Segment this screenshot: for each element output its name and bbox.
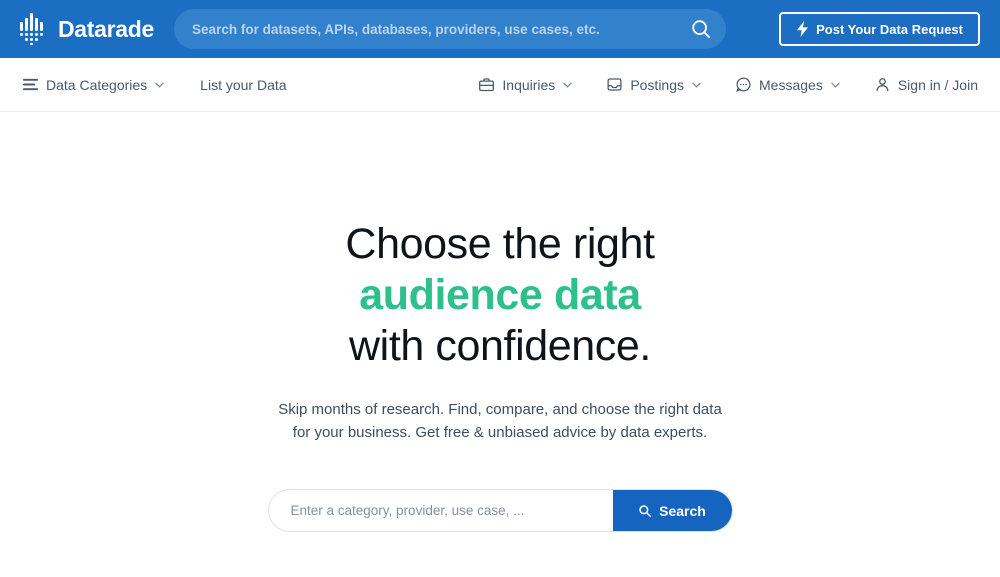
lightning-bolt-icon bbox=[797, 21, 809, 37]
person-icon bbox=[876, 78, 889, 92]
datarade-dots-logo-icon bbox=[20, 13, 43, 45]
nav-item-label: Inquiries bbox=[502, 76, 556, 93]
chevron-down-icon bbox=[563, 82, 573, 88]
hero-section: Choose the right audience data with conf… bbox=[0, 112, 1000, 577]
chevron-down-icon bbox=[155, 82, 164, 88]
chevron-down-icon bbox=[831, 82, 840, 88]
hero-search-bar[interactable]: Search bbox=[267, 489, 733, 532]
hero-subtitle: Skip months of research. Find, compare, … bbox=[270, 398, 730, 444]
chat-bubble-icon bbox=[736, 77, 751, 92]
hero-search-input[interactable] bbox=[268, 490, 613, 531]
header-search-input[interactable] bbox=[192, 21, 691, 37]
nav-item-list-your-data[interactable]: List your Data bbox=[200, 77, 286, 93]
nav-right-group: Inquiries Postings Messages Sign in / Jo… bbox=[478, 76, 978, 93]
brand-logo-link[interactable]: Datarade bbox=[20, 13, 154, 45]
header-search-bar[interactable] bbox=[174, 9, 727, 49]
chevron-down-icon bbox=[692, 82, 701, 88]
post-data-request-label: Post Your Data Request bbox=[816, 21, 963, 37]
nav-item-data-categories[interactable]: Data Categories bbox=[22, 76, 164, 93]
nav-item-label: List your Data bbox=[200, 76, 287, 93]
search-icon bbox=[639, 504, 652, 517]
search-icon[interactable] bbox=[690, 18, 712, 40]
headline-line-3: with confidence. bbox=[349, 322, 651, 370]
subtitle-line-1: Skip months of research. Find, compare, … bbox=[278, 401, 722, 418]
briefcase-icon bbox=[479, 78, 495, 92]
nav-item-label: Sign in / Join bbox=[897, 76, 978, 93]
top-header-bar: Datarade Post Your Data Request bbox=[0, 0, 1000, 58]
headline-line-1: Choose the right bbox=[345, 220, 655, 268]
nav-item-label: Messages bbox=[759, 76, 823, 93]
hero-search-button[interactable]: Search bbox=[612, 490, 732, 531]
subtitle-line-2: for your business. Get free & unbiased a… bbox=[292, 424, 708, 441]
nav-item-sign-in-join[interactable]: Sign in / Join bbox=[874, 76, 978, 93]
nav-item-label: Postings bbox=[630, 76, 685, 93]
page-title: Choose the right audience data with conf… bbox=[345, 219, 655, 372]
nav-left-group: Data Categories List your Data bbox=[22, 76, 287, 93]
nav-item-postings[interactable]: Postings bbox=[606, 76, 701, 93]
post-data-request-button[interactable]: Post Your Data Request bbox=[779, 12, 980, 46]
main-navigation-bar: Data Categories List your Data Inquiries bbox=[0, 58, 1000, 112]
headline-accent-text: audience data bbox=[359, 271, 641, 319]
brand-name: Datarade bbox=[58, 15, 155, 42]
hamburger-menu-icon bbox=[22, 78, 39, 91]
nav-item-inquiries[interactable]: Inquiries bbox=[478, 76, 573, 93]
hero-search-button-label: Search bbox=[659, 502, 706, 519]
nav-item-label: Data Categories bbox=[46, 76, 148, 93]
inbox-tray-icon bbox=[607, 78, 622, 91]
nav-item-messages[interactable]: Messages bbox=[735, 76, 840, 93]
